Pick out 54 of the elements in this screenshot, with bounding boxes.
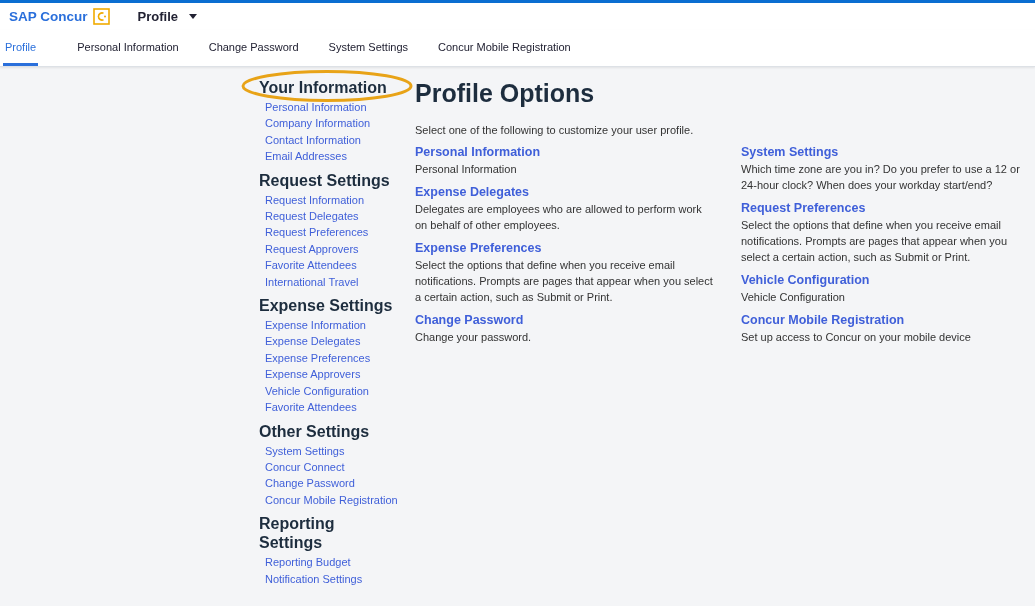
section-heading: Your Information [259, 78, 388, 97]
nav-tab[interactable]: Concur Mobile Registration [424, 30, 585, 66]
sidebar-link[interactable]: Personal Information [265, 99, 397, 116]
sidebar-link[interactable]: Expense Delegates [265, 333, 397, 350]
sidebar-link[interactable]: Request Preferences [265, 224, 397, 241]
option-link[interactable]: Request Preferences [741, 199, 1035, 217]
page-title: Profile Options [415, 78, 596, 108]
section-heading: Expense Settings [259, 296, 394, 316]
option-description: Change your password. [415, 330, 533, 345]
sidebar-link[interactable]: Expense Preferences [265, 349, 397, 367]
option-description: Personal Information [415, 162, 518, 177]
intro-text: Select one of the following to customize your user profile. [415, 123, 695, 138]
option-link[interactable]: Change Password [415, 311, 715, 329]
section-heading: Request Settings [259, 170, 391, 190]
option-description: Set up access to Concur on your mobile device [741, 330, 972, 345]
sidebar-link[interactable]: Contact Information [265, 131, 397, 149]
sidebar-link[interactable]: Request Information [265, 191, 397, 209]
profile-menu[interactable]: Profile [137, 9, 197, 24]
option-link[interactable]: Personal Information [415, 143, 715, 161]
sidebar-link[interactable]: Vehicle Configuration [265, 382, 397, 400]
option-description: Vehicle Configuration [741, 290, 846, 305]
section-heading: Reporting Settings [259, 514, 336, 553]
sidebar-link[interactable]: Favorite Attendees [265, 399, 397, 416]
option-description: Delegates are employees who are allowed to perform work on behalf of other employees. [415, 202, 703, 233]
sidebar-link[interactable]: Email Addresses [265, 148, 397, 165]
nav-tab[interactable]: Profile [3, 30, 39, 66]
sidebar-link[interactable]: Expense Information [265, 317, 397, 334]
option-link[interactable]: Expense Delegates [415, 183, 715, 201]
sidebar-link[interactable]: Company Information [265, 115, 397, 132]
sidebar-link[interactable]: Request Delegates [265, 208, 397, 225]
option-link[interactable]: Expense Preferences [415, 239, 715, 257]
option-link[interactable]: Vehicle Configuration [741, 271, 1035, 289]
nav-tab[interactable]: System Settings [314, 30, 423, 66]
logo-icon [92, 8, 110, 25]
sidebar-link[interactable]: Reporting Budget [265, 554, 397, 571]
option-description: Select the options that define when you receive email notifications. Prompts are pages that appear when you select a certain action, such as Submit or Print. [741, 218, 1008, 265]
nav-tab[interactable]: Personal Information [63, 30, 193, 66]
option-link[interactable]: Concur Mobile Registration [741, 311, 1035, 329]
sidebar-link[interactable]: International Travel [265, 273, 397, 291]
sidebar-link[interactable]: Favorite Attendees [265, 257, 397, 274]
section-heading: Other Settings [259, 421, 371, 441]
sidebar-link[interactable]: Notification Settings [265, 570, 397, 587]
sidebar-link[interactable]: Request Approvers [265, 240, 397, 258]
option-description: Select the options that define when you receive email notifications. Prompts are pages that appear when you select a certain action, such as Submit or Print. [415, 258, 714, 305]
sidebar-link[interactable]: Change Password [265, 475, 397, 492]
nav-tab[interactable]: Change Password [194, 30, 313, 66]
brand-name: SAP Concur [9, 9, 88, 24]
option-description: Which time zone are you in? Do you prefer to use a 12 or 24-hour clock? When does your workday start/end? [741, 162, 1021, 193]
option-link[interactable]: System Settings [741, 143, 1035, 161]
sidebar-link[interactable]: System Settings [265, 442, 397, 459]
caret-icon [189, 14, 197, 19]
sidebar-link[interactable]: Concur Mobile Registration [265, 491, 397, 509]
sidebar-link[interactable]: Concur Connect [265, 458, 397, 476]
sidebar-link[interactable]: Expense Approvers [265, 366, 397, 383]
